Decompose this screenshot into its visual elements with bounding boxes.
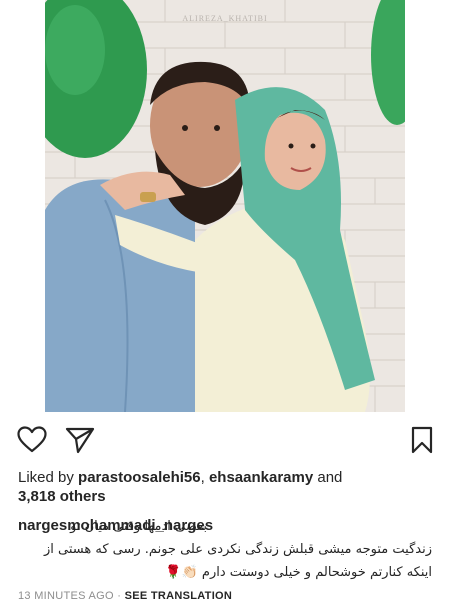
- post-actions-bar: [16, 424, 434, 456]
- heart-icon: [17, 426, 47, 453]
- likes-others-count[interactable]: 3,818 others: [18, 488, 106, 505]
- photo-watermark: ALIREZA_KHATIBI: [182, 14, 268, 23]
- save-button[interactable]: [406, 424, 438, 456]
- bookmark-icon: [411, 426, 433, 454]
- meta-dot: ·: [113, 590, 125, 602]
- see-translation-link[interactable]: SEE TRANSLATION: [125, 590, 233, 602]
- couple-photo-illustration: [45, 0, 405, 412]
- caption-line-3-wrapper: اینکه کنارتم خوشحالم و خیلی دوستت دارم 👏…: [12, 561, 432, 584]
- post-meta: 13 MINUTES AGO · SEE TRANSLATION: [18, 590, 232, 602]
- caption-line-1: بعضی ادمها وقتی میان تو: [70, 519, 207, 534]
- likes-summary[interactable]: Liked by parastoosalehi56, ehsaankaramy …: [18, 468, 428, 506]
- caption-text: بعضی ادمها وقتی میان تو زندگیت متوجه میش…: [12, 515, 432, 584]
- caption-emoji: 👏🏻🌹: [165, 565, 198, 580]
- liker-username-2[interactable]: ehsaankaramy: [209, 469, 313, 486]
- caption-line-3: اینکه کنارتم خوشحالم و خیلی دوستت دارم: [201, 565, 432, 580]
- likes-separator: ,: [200, 469, 209, 486]
- likes-conjunction: and: [313, 469, 343, 486]
- likes-prefix: Liked by: [18, 469, 79, 486]
- share-button[interactable]: [64, 424, 96, 456]
- like-button[interactable]: [16, 424, 48, 456]
- post-photo[interactable]: ALIREZA_KHATIBI: [45, 0, 405, 412]
- caption-line-2: زندگیت متوجه میشی قبلش زندگی نکردی علی ج…: [44, 542, 432, 557]
- paper-plane-icon: [65, 427, 95, 454]
- liker-username-1[interactable]: parastoosalehi56: [78, 469, 201, 486]
- post-timestamp: 13 MINUTES AGO: [18, 590, 114, 602]
